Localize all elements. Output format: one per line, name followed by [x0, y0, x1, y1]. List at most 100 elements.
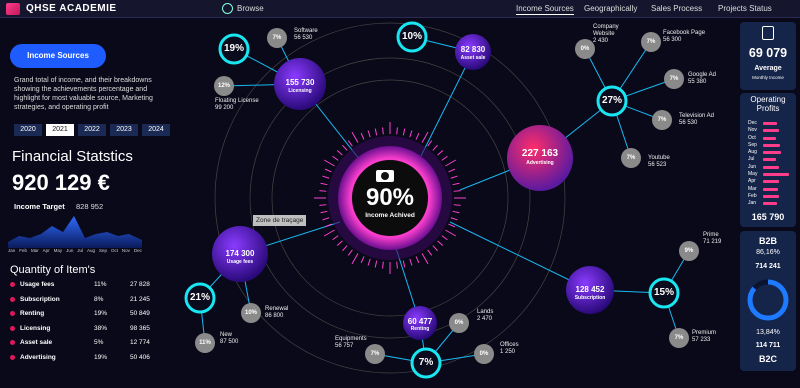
op-bar	[763, 173, 789, 177]
hub-tick	[445, 229, 457, 237]
hub-tick	[322, 175, 330, 179]
new-label: New 87 500	[220, 332, 239, 345]
op-bar	[763, 122, 778, 125]
hub-tick	[432, 144, 438, 151]
hub-tick	[322, 217, 330, 221]
premium-pct: 7%	[674, 335, 684, 341]
hub-tick	[409, 130, 413, 138]
op-bar	[763, 180, 780, 184]
b2c-value: 114 711	[755, 342, 781, 349]
b2b-pct: 86,16%	[756, 249, 780, 256]
hub-tick	[347, 249, 353, 256]
usage-fees-pct: 21%	[189, 292, 210, 303]
hub-tick	[396, 261, 398, 269]
plot-area-tooltip: Zone de traçage	[253, 215, 307, 226]
subscription-value: 128 452	[575, 285, 605, 294]
asset-sale-pct: 10%	[401, 31, 422, 42]
hub-tick	[415, 132, 420, 140]
renewal-pct: 10%	[244, 310, 257, 316]
op-row: Aug	[748, 149, 792, 156]
op-row: Apr	[748, 178, 792, 185]
hub-tick	[421, 131, 429, 143]
advertising-value: 227 163	[521, 148, 559, 159]
operating-profits-title: Operating Profits	[750, 95, 786, 113]
hub-tick	[336, 240, 343, 246]
op-bar	[763, 151, 782, 155]
op-row: Dec	[748, 120, 792, 127]
floating-pct: 12%	[217, 83, 230, 89]
op-bar	[763, 129, 779, 133]
op-row: Oct	[748, 135, 792, 142]
hub-tick	[437, 240, 444, 246]
op-bar	[763, 143, 780, 147]
facebook-label: Facebook Page 56 300	[663, 30, 706, 43]
hub-tick	[336, 150, 343, 156]
hub-tick	[441, 155, 448, 161]
hub-tick	[351, 253, 359, 265]
hub-tick	[320, 210, 328, 214]
licensing-label: Licensing	[288, 88, 312, 94]
hub-tick	[360, 132, 365, 140]
hub-tick	[448, 223, 456, 228]
op-bar	[763, 158, 776, 162]
lands-pct: 0%	[454, 320, 464, 326]
op-month: Nov	[748, 127, 757, 134]
renewal-label: Renewal 86 800	[265, 306, 289, 319]
op-row: Feb	[748, 193, 792, 200]
hub-tick	[351, 131, 359, 143]
dashboard: QHSE ACADEMIE Browse Income Sources Geog…	[0, 0, 800, 388]
op-row: Nov	[748, 127, 792, 134]
op-month: Feb	[748, 192, 757, 199]
op-month: Apr	[748, 178, 756, 185]
company-label: Company Website 2 430	[593, 24, 619, 44]
software-label: Software 56 530	[294, 28, 318, 41]
prime-pct: 9%	[684, 248, 694, 254]
hub-tick	[450, 217, 458, 221]
tvad-pct: 7%	[657, 117, 667, 123]
licensing-pct: 19%	[223, 43, 244, 54]
op-bar	[763, 187, 779, 191]
hub-tick	[360, 256, 365, 264]
b2c-pct: 13,84%	[756, 329, 780, 336]
average-sublabel: Monthly Income	[752, 75, 784, 80]
op-month: Aug	[748, 149, 757, 156]
googlead-pct: 7%	[669, 76, 679, 82]
hub-tick	[402, 128, 406, 136]
hub-tick	[453, 204, 461, 206]
hub-tick	[450, 175, 458, 179]
hub-tick	[367, 258, 371, 266]
money-icon-dot	[381, 172, 389, 180]
hub-tick	[437, 150, 444, 156]
hub-tick	[409, 258, 413, 266]
tvad-label: Television Ad 56 530	[679, 113, 715, 126]
b2c-title: B2C	[758, 354, 777, 364]
hub-tick	[342, 245, 348, 252]
hub-tick	[367, 130, 371, 138]
op-bar	[763, 165, 779, 169]
hub-tick	[320, 182, 328, 186]
prime-label: Prime 71 219	[703, 232, 722, 245]
youtube-pct: 7%	[626, 155, 636, 161]
op-bar	[763, 194, 779, 198]
b2b-value: 714 241	[755, 263, 781, 270]
hub-label: Income Achived	[365, 212, 415, 219]
hub-tick	[452, 210, 460, 214]
average-value: 69 079	[748, 46, 788, 60]
hub-tick	[441, 235, 448, 241]
equipments-pct: 7%	[370, 351, 380, 357]
renting-label: Renting	[410, 326, 430, 332]
hub-tick	[427, 249, 433, 256]
op-row: Mar	[748, 186, 792, 193]
software-pct: 7%	[272, 35, 282, 41]
company-pct: 0%	[580, 46, 590, 52]
renting-pct: 7%	[418, 357, 434, 368]
premium-label: Premium 57 233	[692, 330, 717, 343]
hub-tick	[382, 261, 384, 269]
offices-pct: 0%	[479, 351, 489, 357]
usage-fees-value: 174 300	[225, 249, 255, 258]
hub-tick	[421, 253, 429, 265]
offices-label: Offices 1 250	[500, 342, 519, 355]
operating-profits-bars: Dec Nov Oct Sep Aug Jul Jun May Apr Mar Feb Jan	[748, 120, 792, 208]
op-month: Dec	[748, 120, 757, 126]
hub-tick	[324, 168, 332, 173]
